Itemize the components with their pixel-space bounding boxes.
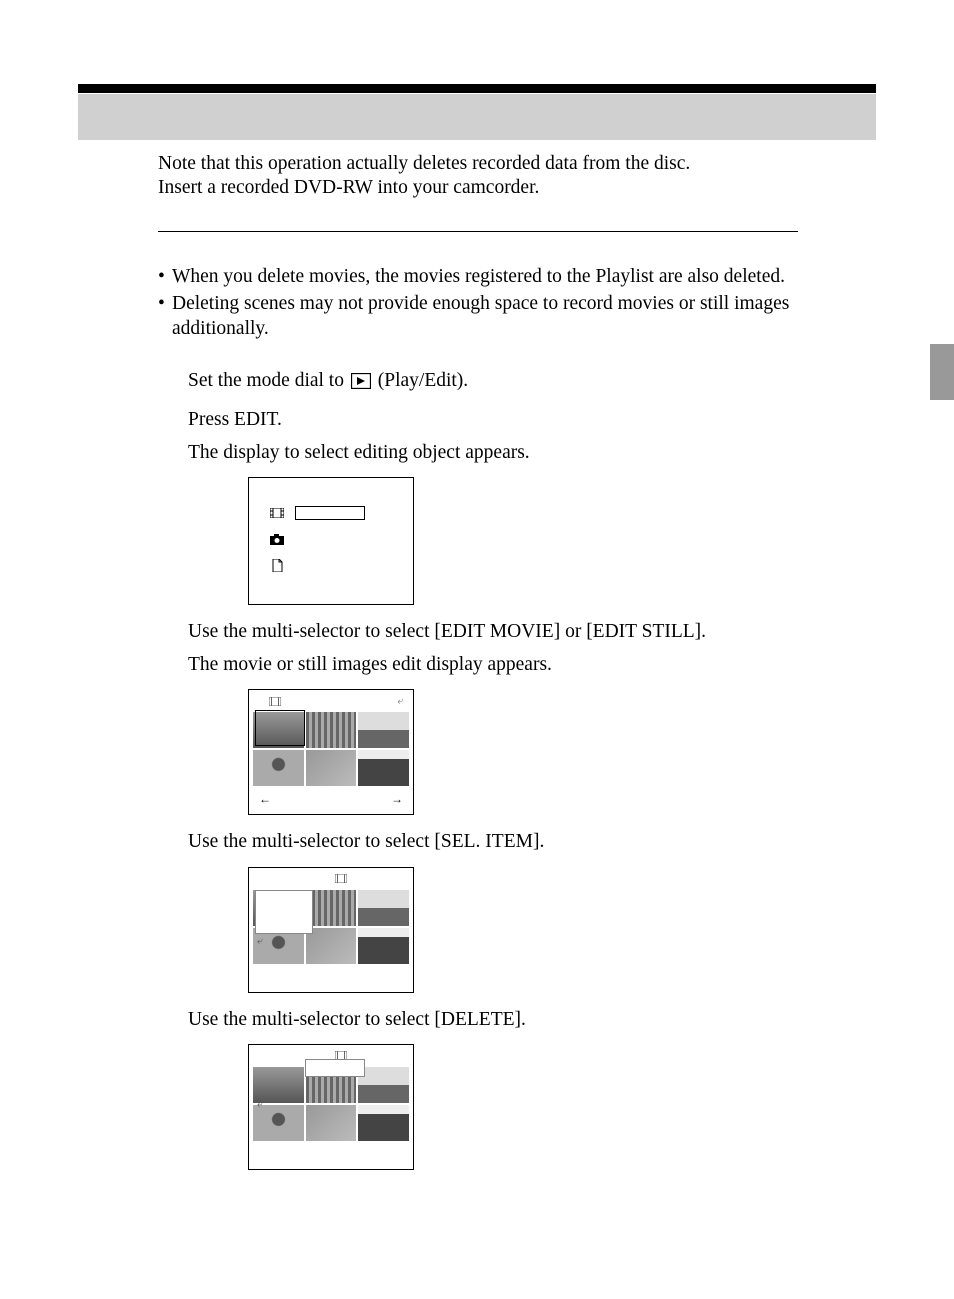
bullet-text: Deleting scenes may not provide enough s… [172, 291, 838, 342]
page-content: Note that this operation actually delete… [0, 0, 954, 1170]
popup-menu [305, 1059, 365, 1077]
bullet-dot: • [158, 291, 172, 342]
thumbnail [358, 712, 409, 748]
list-item: • Deleting scenes may not provide enough… [158, 291, 838, 342]
film-icon [269, 508, 285, 518]
film-icon [335, 874, 347, 883]
thumbnail [358, 890, 409, 926]
side-tab [930, 344, 954, 400]
menu-highlight [295, 506, 365, 520]
step-3a: Use the multi-selector to select [EDIT M… [188, 615, 838, 648]
step-4: Use the multi-selector to select [SEL. I… [188, 825, 838, 858]
thumbnail [253, 712, 304, 748]
black-rule [78, 84, 876, 93]
title-band [78, 94, 876, 140]
step-3b: The movie or still images edit display a… [188, 648, 838, 681]
return-icon: ⤶ [257, 1099, 263, 1110]
thumbnail [306, 712, 357, 748]
intro-line: Insert a recorded DVD-RW into your camco… [158, 176, 838, 200]
step-text: (Play/Edit). [373, 370, 468, 391]
return-icon: ⤶ [397, 696, 403, 707]
nav-right-icon: → [391, 792, 403, 807]
figure-edit-menu [248, 477, 414, 605]
thumbnail [253, 1067, 304, 1103]
bullet-text: When you delete movies, the movies regis… [172, 264, 838, 289]
return-icon: ⤶ [257, 936, 263, 947]
list-item: • When you delete movies, the movies reg… [158, 264, 838, 289]
intro-line: Note that this operation actually delete… [158, 152, 838, 176]
thumbnail [358, 928, 409, 964]
divider [158, 231, 798, 232]
thumbnail [306, 750, 357, 786]
figure-thumbnail-grid: ⤶ ← → [248, 689, 414, 815]
thumbnail [253, 750, 304, 786]
step-text: Set the mode dial to [188, 370, 349, 391]
thumbnail [306, 928, 357, 964]
figure-sel-item-popup: ⤶ [248, 867, 414, 993]
intro-text: Note that this operation actually delete… [158, 152, 838, 201]
nav-left-icon: ← [259, 792, 271, 807]
step-2b: The display to select editing object app… [188, 436, 838, 469]
thumbnail [358, 1067, 409, 1103]
notes-list: • When you delete movies, the movies reg… [158, 264, 838, 342]
bullet-dot: • [158, 264, 172, 289]
popup-menu [255, 890, 313, 934]
film-icon [269, 697, 281, 706]
thumbnail [358, 750, 409, 786]
thumbnail [253, 1105, 304, 1141]
step-5: Use the multi-selector to select [DELETE… [188, 1003, 838, 1036]
thumbnail [306, 1105, 357, 1141]
thumbnail [358, 1105, 409, 1141]
step-1: Set the mode dial to (Play/Edit). [188, 364, 838, 397]
page-icon [269, 559, 285, 572]
camera-icon [269, 534, 285, 545]
figure-delete-popup: ⤶ [248, 1044, 414, 1170]
thumbnail [306, 890, 357, 926]
play-edit-icon [351, 373, 371, 389]
step-2a: Press EDIT. [188, 403, 838, 436]
